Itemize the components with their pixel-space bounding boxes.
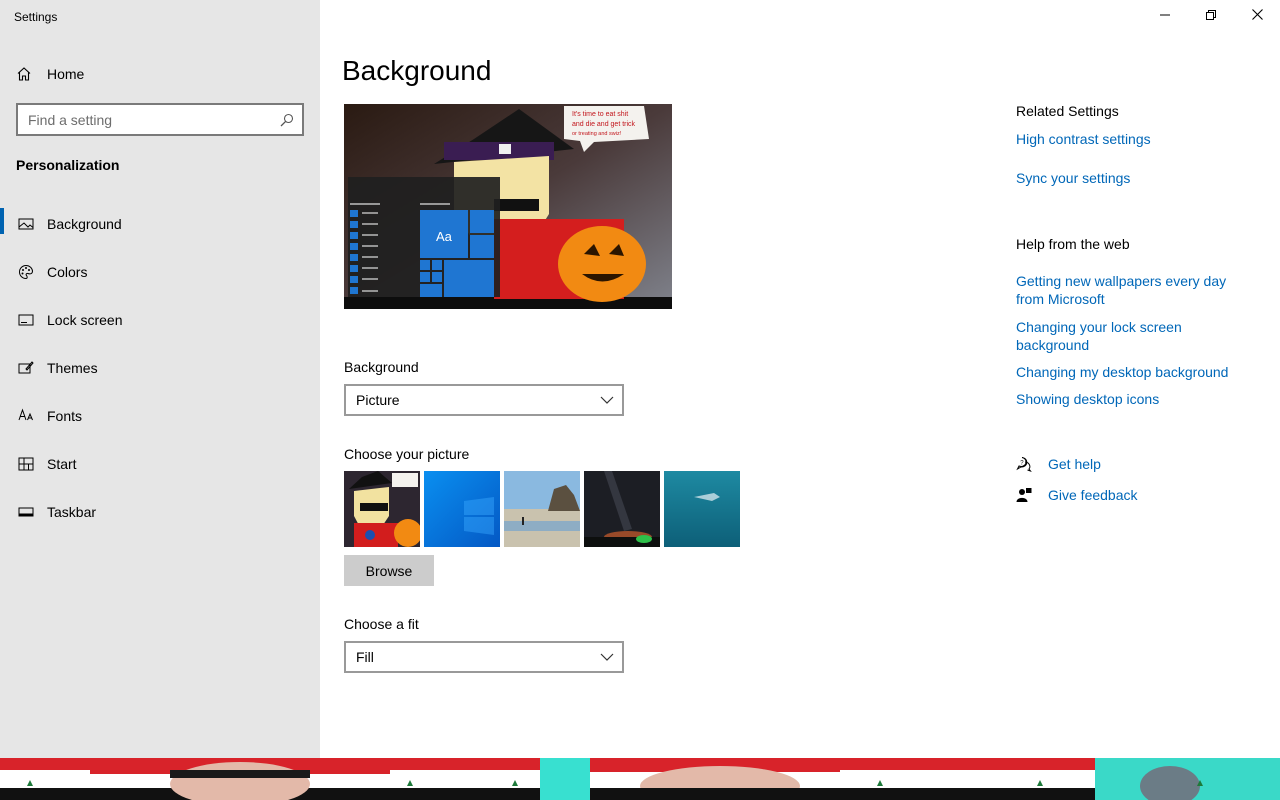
picture-thumbnail-halloween[interactable] [344, 471, 420, 547]
picture-thumbnail-night-sky[interactable] [584, 471, 660, 547]
fonts-icon [18, 408, 34, 424]
picture-thumbnails [344, 471, 740, 547]
background-dropdown[interactable]: Picture [344, 384, 624, 416]
wallpapers-help-link[interactable]: Getting new wallpapers every day from Mi… [1016, 272, 1246, 308]
lock-screen-help-link[interactable]: Changing your lock screen background [1016, 318, 1216, 354]
sidebar-item-start[interactable]: Start [0, 440, 320, 488]
speech-bubble-text: It's time to eat shit [572, 111, 628, 118]
minimize-button[interactable] [1142, 0, 1188, 32]
chevron-down-icon [600, 393, 614, 407]
choose-picture-label: Choose your picture [344, 446, 470, 462]
give-feedback-link[interactable]: Give feedback [1016, 487, 1138, 503]
help-from-web-title: Help from the web [1016, 236, 1130, 252]
app-title: Settings [14, 10, 58, 24]
chat-help-icon: ? [1016, 456, 1032, 472]
wallpaper-preview-image: It's time to eat shit and die and get tr… [344, 104, 672, 309]
sidebar-nav: Background Colors Lock screen Themes Fon… [0, 205, 320, 536]
fit-dropdown[interactable]: Fill [344, 641, 624, 673]
browse-button[interactable]: Browse [344, 555, 434, 586]
desktop-preview: It's time to eat shit and die and get tr… [344, 104, 672, 309]
picture-thumbnail-beach[interactable] [504, 471, 580, 547]
sidebar-item-label: Colors [47, 264, 88, 280]
sidebar-item-label: Lock screen [47, 312, 123, 328]
themes-icon [18, 360, 34, 376]
restore-button[interactable] [1188, 0, 1234, 32]
sidebar-item-fonts[interactable]: Fonts [0, 392, 320, 440]
chevron-down-icon [600, 650, 614, 664]
choose-fit-label: Choose a fit [344, 616, 419, 632]
close-button[interactable] [1234, 0, 1280, 32]
sidebar: Settings Home Personalization Background… [0, 0, 320, 758]
get-help-label: Get help [1048, 456, 1101, 472]
search-icon[interactable] [280, 113, 294, 127]
give-feedback-label: Give feedback [1048, 487, 1138, 503]
feedback-icon [1016, 487, 1032, 503]
sidebar-item-themes[interactable]: Themes [0, 344, 320, 392]
desktop-background-help-link[interactable]: Changing my desktop background [1016, 363, 1256, 381]
picture-thumbnail-underwater[interactable] [664, 471, 740, 547]
sidebar-item-background[interactable]: Background [0, 200, 320, 248]
home-icon [16, 66, 32, 82]
background-icon [18, 216, 34, 232]
fit-dropdown-value: Fill [356, 649, 374, 665]
sidebar-item-label: Taskbar [47, 504, 97, 520]
sidebar-item-label: Start [47, 456, 77, 472]
restore-icon [1206, 7, 1216, 25]
related-settings-title: Related Settings [1016, 103, 1119, 119]
speech-bubble-text: or treating and swiz! [572, 131, 622, 137]
start-icon [18, 456, 34, 472]
search-input[interactable] [28, 111, 280, 128]
picture-thumbnail-windows-blue[interactable] [424, 471, 500, 547]
get-help-link[interactable]: ? Get help [1016, 456, 1101, 472]
page-title: Background [342, 55, 492, 86]
speech-bubble-text: and die and get trick [572, 121, 636, 128]
background-dropdown-value: Picture [356, 392, 400, 408]
home-nav-item[interactable]: Home [16, 62, 84, 86]
minimize-icon [1160, 7, 1170, 25]
tile-label: Aa [436, 229, 453, 244]
sidebar-item-label: Background [47, 216, 122, 232]
high-contrast-link[interactable]: High contrast settings [1016, 130, 1256, 148]
sidebar-item-label: Fonts [47, 408, 83, 424]
desktop-icons-help-link[interactable]: Showing desktop icons [1016, 390, 1256, 408]
related-settings: Related Settings [1016, 103, 1256, 119]
home-label: Home [47, 66, 85, 82]
sidebar-item-taskbar[interactable]: Taskbar [0, 488, 320, 536]
taskbar-icon [18, 504, 34, 520]
desktop-wallpaper-strip [0, 758, 1280, 800]
sidebar-item-colors[interactable]: Colors [0, 248, 320, 296]
palette-icon [18, 264, 34, 280]
search-box[interactable] [16, 103, 304, 136]
sidebar-item-label: Themes [47, 360, 98, 376]
sync-settings-link[interactable]: Sync your settings [1016, 169, 1256, 187]
sidebar-item-lock-screen[interactable]: Lock screen [0, 296, 320, 344]
background-label: Background [344, 359, 419, 375]
section-title: Personalization [16, 157, 120, 173]
lock-screen-icon [18, 312, 34, 328]
close-icon [1251, 7, 1263, 25]
